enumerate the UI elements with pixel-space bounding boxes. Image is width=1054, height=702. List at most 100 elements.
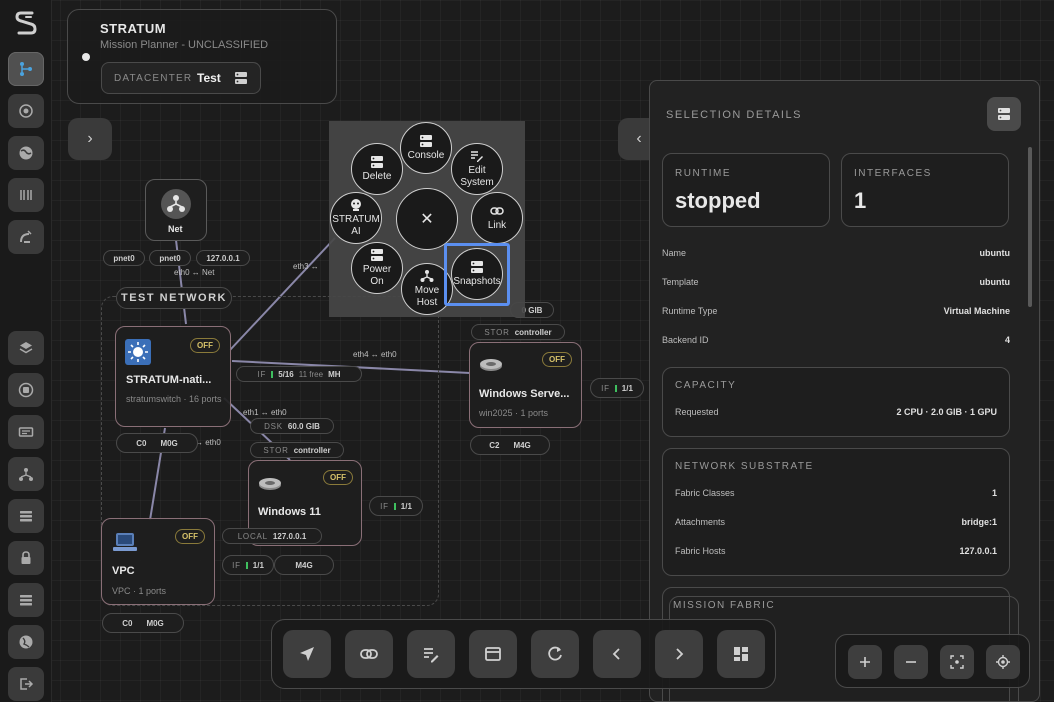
switch-node[interactable]: OFF STRATUM-nati... stratumswitch · 16 p… bbox=[115, 326, 231, 427]
resource-pill: C0 M0G bbox=[102, 613, 184, 633]
zoom-in-button[interactable] bbox=[848, 645, 882, 679]
resource-pill: C0 M0G bbox=[116, 433, 198, 453]
pill-value: 5/16 bbox=[278, 369, 294, 379]
pill-value: controller bbox=[293, 445, 331, 455]
console-label: Console bbox=[407, 150, 445, 161]
stratum-ai-label-1: STRATUM bbox=[332, 214, 380, 225]
status-badge: OFF bbox=[190, 338, 220, 353]
fit-icon bbox=[950, 655, 964, 669]
move-host-label-1: Move bbox=[414, 285, 440, 296]
chevron-right-icon bbox=[669, 644, 689, 664]
test-network-label: TEST NETWORK bbox=[116, 287, 232, 309]
pill-value: 1/1 bbox=[621, 383, 633, 393]
pill-key: DSK bbox=[264, 421, 283, 431]
substrate-row: Fabric Hosts 127.0.0.1 bbox=[675, 546, 997, 556]
previous-button[interactable] bbox=[593, 630, 641, 678]
details-scrollbar-thumb[interactable] bbox=[1028, 147, 1032, 307]
windows-11-title: Windows 11 bbox=[258, 506, 321, 518]
field-value: 127.0.0.1 bbox=[959, 546, 997, 556]
cpu-value: C0 bbox=[122, 618, 133, 628]
selection-details-panel: SELECTION DETAILS RUNTIME stopped INTERF… bbox=[649, 80, 1040, 702]
network-substrate-section: NETWORK SUBSTRATE Fabric Classes 1 Attach… bbox=[662, 448, 1010, 576]
pill-key: IF bbox=[232, 560, 241, 570]
console-action[interactable]: Console bbox=[400, 122, 452, 174]
interface-pill: IF 1/1 bbox=[222, 555, 274, 575]
move-host-icon bbox=[420, 269, 434, 285]
edge-label: eth3 ↔ bbox=[293, 262, 319, 271]
runtime-value: stopped bbox=[675, 188, 761, 213]
link-action[interactable]: Link bbox=[471, 192, 523, 244]
edit-button[interactable] bbox=[407, 630, 455, 678]
vm-disc-icon bbox=[258, 475, 282, 491]
interface-pill: IF 1/1 bbox=[590, 378, 644, 398]
status-badge: OFF bbox=[175, 529, 205, 544]
substrate-row: Attachments bridge:1 bbox=[675, 517, 997, 527]
status-bar bbox=[271, 370, 274, 378]
pill-key: IF bbox=[380, 501, 389, 511]
link-icon bbox=[490, 204, 504, 220]
status-badge: OFF bbox=[323, 470, 353, 485]
delete-action[interactable]: Delete bbox=[351, 143, 403, 195]
center-view-button[interactable] bbox=[986, 645, 1020, 679]
stratum-ai-action[interactable]: STRATUM AI bbox=[330, 192, 382, 244]
switch-sun-icon bbox=[125, 339, 151, 365]
laptop-icon bbox=[113, 531, 137, 553]
details-title: SELECTION DETAILS bbox=[666, 109, 802, 121]
disk-pill: DSK 60.0 GIB bbox=[250, 418, 334, 434]
next-button[interactable] bbox=[655, 630, 703, 678]
power-on-label-2: On bbox=[370, 276, 384, 287]
net-node-title: Net bbox=[168, 224, 183, 234]
field-value: 2 CPU · 2.0 GIB · 1 GPU bbox=[896, 407, 997, 417]
server-icon bbox=[419, 134, 433, 150]
zoom-in-icon bbox=[858, 655, 872, 669]
close-menu-button[interactable]: ✕ bbox=[396, 188, 458, 250]
mem-value: M4G bbox=[295, 560, 313, 570]
link-icon bbox=[359, 644, 379, 664]
pill-key: STOR bbox=[263, 445, 289, 455]
switch-node-title: STRATUM-nati... bbox=[126, 374, 212, 386]
zoom-out-button[interactable] bbox=[894, 645, 928, 679]
net-node[interactable]: Net bbox=[145, 179, 207, 241]
detail-row-backend-id: Backend ID 4 bbox=[662, 335, 1010, 345]
pill-tail: MH bbox=[328, 369, 341, 379]
edit-system-label-2: System bbox=[460, 177, 494, 188]
capacity-row: Requested 2 CPU · 2.0 GIB · 1 GPU bbox=[675, 407, 997, 417]
storage-pill: STOR controller bbox=[471, 324, 565, 340]
windows-server-title: Windows Serve... bbox=[479, 388, 570, 400]
field-value: ubuntu bbox=[979, 248, 1011, 258]
pill-value: 1/1 bbox=[400, 501, 412, 511]
mem-value: M0G bbox=[146, 618, 164, 628]
fit-view-button[interactable] bbox=[940, 645, 974, 679]
field-key: Attachments bbox=[675, 517, 726, 527]
edit-icon bbox=[470, 149, 484, 165]
dashboard-button[interactable] bbox=[717, 630, 765, 678]
ai-bot-icon bbox=[349, 198, 363, 214]
substrate-row: Fabric Classes 1 bbox=[675, 488, 997, 498]
field-value: ubuntu bbox=[979, 277, 1011, 287]
edit-system-action[interactable]: Edit System bbox=[451, 143, 503, 195]
edit-system-label-1: Edit bbox=[468, 165, 486, 176]
details-menu-button[interactable] bbox=[987, 97, 1021, 131]
pill-value: 1/1 bbox=[252, 560, 264, 570]
refresh-button[interactable] bbox=[531, 630, 579, 678]
link-label: Link bbox=[487, 220, 507, 231]
status-bar bbox=[393, 502, 396, 510]
windows-server-node[interactable]: OFF Windows Serve... win2025 · 1 ports bbox=[469, 342, 582, 428]
delete-label: Delete bbox=[362, 171, 392, 182]
field-value: Virtual Machine bbox=[943, 306, 1010, 316]
pill-key: LOCAL bbox=[237, 531, 268, 541]
window-button[interactable] bbox=[469, 630, 517, 678]
link-button[interactable] bbox=[345, 630, 393, 678]
vpc-node[interactable]: OFF VPC VPC · 1 ports bbox=[101, 518, 215, 605]
vpc-node-subtitle: VPC · 1 ports bbox=[112, 586, 167, 596]
vpc-node-title: VPC bbox=[112, 565, 135, 577]
chevron-left-icon: ‹ bbox=[636, 130, 642, 147]
navigate-button[interactable] bbox=[283, 630, 331, 678]
detail-row-runtime-type: Runtime Type Virtual Machine bbox=[662, 306, 1010, 316]
field-key: Backend ID bbox=[662, 335, 709, 345]
resource-pill: M4G bbox=[274, 555, 334, 575]
mem-value: M4G bbox=[513, 440, 531, 450]
port-pill: pnet0 bbox=[103, 250, 145, 266]
field-value: 4 bbox=[1004, 335, 1010, 345]
power-on-action[interactable]: Power On bbox=[351, 242, 403, 294]
